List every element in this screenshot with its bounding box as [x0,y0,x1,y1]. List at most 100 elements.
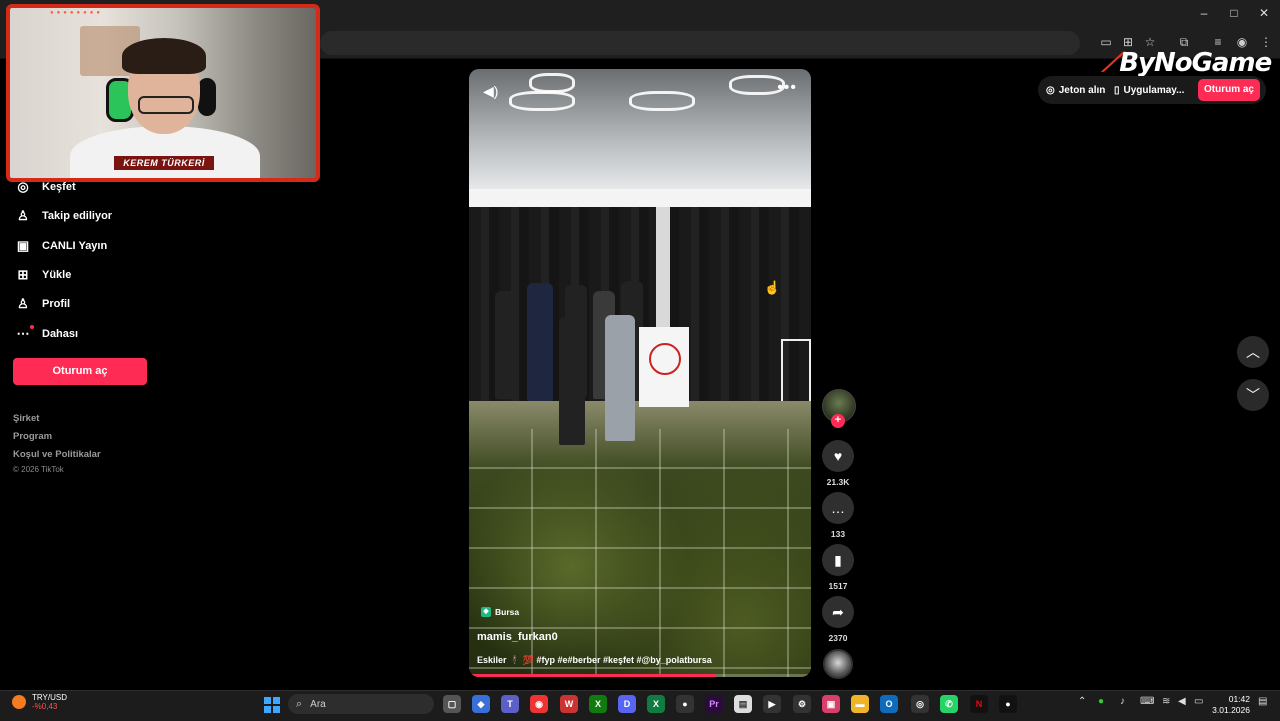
settings-icon[interactable]: ⚙ [793,695,811,713]
sidebar-item-label: Yükle [42,269,72,281]
footer-link-company[interactable]: Şirket [13,413,39,424]
volume-tray-icon[interactable]: ◀ [1178,696,1186,707]
coin-icon: ◎ [1046,84,1055,96]
app-icon[interactable]: ▶ [763,695,781,713]
app-icon[interactable]: ● [676,695,694,713]
app-icon[interactable]: ◉ [530,695,548,713]
volume-icon[interactable]: ◀) [483,83,498,100]
photos-icon[interactable]: ▣ [822,695,840,713]
profile-icon: ♙ [17,296,29,311]
video-player[interactable]: ◀) ••• ◆ Bursa mamis_furkan0 Eskiler 🕴️ … [469,69,811,677]
sidebar-item-upload[interactable]: ⊞ Yükle [14,265,72,285]
location-pin-icon: ◆ [481,607,491,617]
get-app-label: Uygulamay... [1123,84,1185,96]
next-video-button[interactable]: ﹀ [1237,379,1269,411]
app-icon[interactable]: ● [999,695,1017,713]
comment-icon: … [831,500,845,516]
windows-taskbar [0,690,1280,721]
video-caption: Eskiler 🕴️ 💯 #fyp #e#berber #keşfet #@by… [477,655,712,665]
outlook-icon[interactable]: O [880,695,898,713]
live-icon: ▣ [16,238,30,253]
taskbar-clock[interactable]: 01:42 3.01.2026 [1198,694,1250,716]
comment-count: 133 [830,529,846,539]
chrome-icon[interactable]: ◎ [911,695,929,713]
notification-dot [30,325,34,329]
ticker-pair: TRY/USD [32,693,67,702]
heart-icon: ♥ [833,448,843,464]
chevron-up-icon: ︿ [1246,344,1260,360]
xbox-icon[interactable]: X [589,695,607,713]
sidebar-item-profile[interactable]: ♙ Profil [14,294,70,314]
video-username[interactable]: mamis_furkan0 [477,631,558,643]
video-more-icon[interactable]: ••• [777,79,797,97]
more-icon: ⋯ [14,325,34,343]
bookmark-icon: ▮ [834,551,842,568]
netflix-icon[interactable]: N [970,695,988,713]
like-button[interactable]: ♥ [822,440,854,472]
tray-app-icon[interactable]: ● [1098,696,1104,707]
share-button[interactable]: ➦ [822,596,854,628]
wifi-icon[interactable]: ≋ [1162,696,1170,707]
sidebar-item-label: CANLI Yayın [42,240,108,252]
taskbar-search-input[interactable]: ⌕ Ara [288,694,434,714]
task-view-icon[interactable]: ▢ [443,695,461,713]
document-icon[interactable]: ▤ [734,695,752,713]
sidebar-item-more[interactable]: ⋯ Dahası [14,324,78,344]
stock-ticker-widget[interactable]: TRY/USD -%0,43 [12,693,67,711]
streamer-webcam: ●●●●●●●● KEREM TÜRKERİ [6,4,320,182]
file-explorer-icon[interactable]: ▬ [851,695,869,713]
location-label: Bursa [495,607,520,617]
bynogame-logo: ⟋ByNoGame [1102,48,1272,78]
app-icon[interactable]: W [560,695,578,713]
compass-icon: ◎ [17,179,29,194]
close-window-button[interactable]: ✕ [1256,6,1272,20]
clock-date: 3.01.2026 [1212,705,1250,715]
maximize-button[interactable]: □ [1226,6,1242,20]
comment-button[interactable]: … [822,492,854,524]
keyboard-icon[interactable]: ⌨ [1140,696,1154,707]
save-button[interactable]: ▮ [822,544,854,576]
sidebar-item-label: Profil [42,298,71,310]
location-tag[interactable]: ◆ Bursa [481,607,519,617]
share-count: 2370 [828,633,848,643]
follow-plus-icon[interactable]: + [831,414,845,428]
clock-time: 01:42 [1228,694,1250,704]
sidebar-item-explore[interactable]: ◎ Keşfet [14,177,76,197]
chevron-down-icon: ﹀ [1246,387,1260,403]
premiere-icon[interactable]: Pr [705,695,723,713]
tray-overflow-icon[interactable]: ⌃ [1078,696,1086,707]
get-coins-label: Jeton alın [1058,84,1106,96]
sidebar-item-label: Keşfet [42,181,76,193]
share-arrow-icon: ➦ [832,603,844,620]
notifications-icon[interactable]: ▤ [1258,696,1267,707]
ticker-change: -%0,43 [32,702,58,711]
discord-icon[interactable]: D [618,695,636,713]
address-input[interactable] [320,31,1080,55]
sidebar-item-label: Dahası [42,328,79,340]
microphone-icon[interactable]: ♪ [1120,696,1125,707]
ticker-flame-icon [12,695,26,709]
sidebar-login-button[interactable]: Oturum aç [13,358,147,385]
windows-start-icon[interactable] [264,697,280,713]
footer-link-program[interactable]: Program [13,431,52,442]
get-app-link[interactable]: ▯ Uygulamay... [1114,78,1184,102]
teams-icon[interactable]: T [501,695,519,713]
like-count: 21.3K [826,477,850,487]
whatsapp-icon[interactable]: ✆ [940,695,958,713]
excel-icon[interactable]: X [647,695,665,713]
footer-link-terms[interactable]: Koşul ve Politikalar [13,449,101,460]
previous-video-button[interactable]: ︿ [1237,336,1269,368]
webcam-name-tag: KEREM TÜRKERİ [114,156,214,170]
minimize-button[interactable]: – [1196,6,1212,20]
video-progress-bar[interactable] [469,674,811,677]
copilot-icon[interactable]: ◆ [472,695,490,713]
video-progress-fill [469,674,716,677]
top-login-button[interactable]: Oturum aç [1198,79,1260,101]
save-count: 1517 [828,581,848,591]
sidebar-item-label: Takip ediliyor [42,210,113,222]
sidebar-item-following[interactable]: ♙ Takip ediliyor [14,206,112,226]
mouse-cursor-icon: ☝ [764,280,781,295]
music-disc-icon[interactable] [823,649,853,679]
get-coins-link[interactable]: ◎ Jeton alın [1046,78,1105,102]
sidebar-item-live[interactable]: ▣ CANLI Yayın [14,236,107,256]
